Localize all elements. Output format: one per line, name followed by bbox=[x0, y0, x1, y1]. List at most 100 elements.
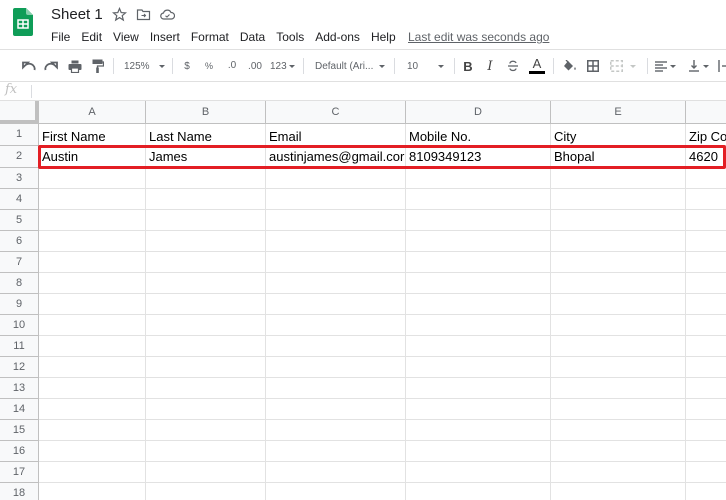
cell-b12[interactable] bbox=[146, 357, 266, 378]
move-to-folder-icon[interactable] bbox=[136, 7, 151, 22]
cell-e5[interactable] bbox=[551, 210, 686, 231]
increase-decimal-button[interactable]: .00 bbox=[246, 58, 264, 74]
merge-cells-button[interactable] bbox=[610, 58, 638, 74]
row-header-4[interactable]: 4 bbox=[0, 189, 39, 210]
cell-b14[interactable] bbox=[146, 399, 266, 420]
cell-c3[interactable] bbox=[266, 168, 406, 189]
cell-a5[interactable] bbox=[39, 210, 146, 231]
column-header-b[interactable]: B bbox=[146, 101, 266, 124]
menu-file[interactable]: File bbox=[51, 30, 70, 44]
column-header-d[interactable]: D bbox=[406, 101, 551, 124]
cell-f5[interactable] bbox=[686, 210, 726, 231]
cloud-saved-icon[interactable] bbox=[160, 7, 176, 22]
row-header-10[interactable]: 10 bbox=[0, 315, 39, 336]
cell-f13[interactable] bbox=[686, 378, 726, 399]
italic-button[interactable]: I bbox=[484, 58, 496, 74]
cell-e8[interactable] bbox=[551, 273, 686, 294]
cell-c14[interactable] bbox=[266, 399, 406, 420]
paint-format-button[interactable] bbox=[90, 58, 106, 74]
cell-e7[interactable] bbox=[551, 252, 686, 273]
cell-e16[interactable] bbox=[551, 441, 686, 462]
row-header-17[interactable]: 17 bbox=[0, 462, 39, 483]
cell-a17[interactable] bbox=[39, 462, 146, 483]
cell-c7[interactable] bbox=[266, 252, 406, 273]
cell-b6[interactable] bbox=[146, 231, 266, 252]
strikethrough-button[interactable] bbox=[506, 58, 520, 74]
cell-c8[interactable] bbox=[266, 273, 406, 294]
cell-d14[interactable] bbox=[406, 399, 551, 420]
cell-b11[interactable] bbox=[146, 336, 266, 357]
row-header-14[interactable]: 14 bbox=[0, 399, 39, 420]
cell-d17[interactable] bbox=[406, 462, 551, 483]
cell-f17[interactable] bbox=[686, 462, 726, 483]
horizontal-align-button[interactable] bbox=[655, 58, 679, 74]
row-header-3[interactable]: 3 bbox=[0, 168, 39, 189]
cell-c9[interactable] bbox=[266, 294, 406, 315]
cell-e10[interactable] bbox=[551, 315, 686, 336]
cell-b3[interactable] bbox=[146, 168, 266, 189]
row-header-11[interactable]: 11 bbox=[0, 336, 39, 357]
row-header-16[interactable]: 16 bbox=[0, 441, 39, 462]
row-header-7[interactable]: 7 bbox=[0, 252, 39, 273]
cell-e6[interactable] bbox=[551, 231, 686, 252]
cell-c10[interactable] bbox=[266, 315, 406, 336]
cell-e15[interactable] bbox=[551, 420, 686, 441]
text-color-button[interactable]: A bbox=[529, 57, 545, 74]
menu-format[interactable]: Format bbox=[191, 30, 229, 44]
row-header-15[interactable]: 15 bbox=[0, 420, 39, 441]
menu-edit[interactable]: Edit bbox=[81, 30, 102, 44]
row-header-12[interactable]: 12 bbox=[0, 357, 39, 378]
cell-d8[interactable] bbox=[406, 273, 551, 294]
print-button[interactable] bbox=[67, 58, 83, 74]
cell-a1[interactable]: First Name bbox=[39, 124, 146, 146]
row-header-5[interactable]: 5 bbox=[0, 210, 39, 231]
cell-f16[interactable] bbox=[686, 441, 726, 462]
cell-f14[interactable] bbox=[686, 399, 726, 420]
cell-e14[interactable] bbox=[551, 399, 686, 420]
cell-a9[interactable] bbox=[39, 294, 146, 315]
font-family-select[interactable]: Default (Ari... bbox=[315, 58, 387, 74]
cell-b1[interactable]: Last Name bbox=[146, 124, 266, 146]
cell-d10[interactable] bbox=[406, 315, 551, 336]
cell-c4[interactable] bbox=[266, 189, 406, 210]
cell-c11[interactable] bbox=[266, 336, 406, 357]
cell-e3[interactable] bbox=[551, 168, 686, 189]
cell-a18[interactable] bbox=[39, 483, 146, 500]
formula-input[interactable] bbox=[36, 84, 716, 99]
cell-f15[interactable] bbox=[686, 420, 726, 441]
cell-a8[interactable] bbox=[39, 273, 146, 294]
cell-d9[interactable] bbox=[406, 294, 551, 315]
cell-f2[interactable]: 4620 bbox=[686, 146, 726, 168]
cell-a12[interactable] bbox=[39, 357, 146, 378]
last-edit-link[interactable]: Last edit was seconds ago bbox=[408, 30, 549, 44]
cell-a4[interactable] bbox=[39, 189, 146, 210]
percent-format-button[interactable]: % bbox=[203, 58, 215, 74]
cell-b17[interactable] bbox=[146, 462, 266, 483]
cell-c15[interactable] bbox=[266, 420, 406, 441]
cell-f9[interactable] bbox=[686, 294, 726, 315]
cell-f18[interactable] bbox=[686, 483, 726, 500]
cell-d16[interactable] bbox=[406, 441, 551, 462]
column-header-e[interactable]: E bbox=[551, 101, 686, 124]
cell-b15[interactable] bbox=[146, 420, 266, 441]
cell-d13[interactable] bbox=[406, 378, 551, 399]
star-icon[interactable] bbox=[111, 6, 128, 22]
menu-view[interactable]: View bbox=[113, 30, 139, 44]
menu-insert[interactable]: Insert bbox=[150, 30, 180, 44]
cell-f8[interactable] bbox=[686, 273, 726, 294]
cell-f4[interactable] bbox=[686, 189, 726, 210]
cell-e13[interactable] bbox=[551, 378, 686, 399]
cell-d12[interactable] bbox=[406, 357, 551, 378]
cell-b2[interactable]: James bbox=[146, 146, 266, 168]
zoom-select[interactable]: 125% bbox=[124, 58, 166, 74]
cell-a10[interactable] bbox=[39, 315, 146, 336]
select-all-corner[interactable] bbox=[0, 101, 39, 124]
column-header-a[interactable]: A bbox=[39, 101, 146, 124]
cell-e9[interactable] bbox=[551, 294, 686, 315]
cell-f12[interactable] bbox=[686, 357, 726, 378]
cell-f1[interactable]: Zip Co bbox=[686, 124, 726, 146]
bold-button[interactable]: B bbox=[462, 58, 474, 74]
cell-d15[interactable] bbox=[406, 420, 551, 441]
vertical-align-button[interactable] bbox=[688, 58, 712, 74]
cell-b5[interactable] bbox=[146, 210, 266, 231]
